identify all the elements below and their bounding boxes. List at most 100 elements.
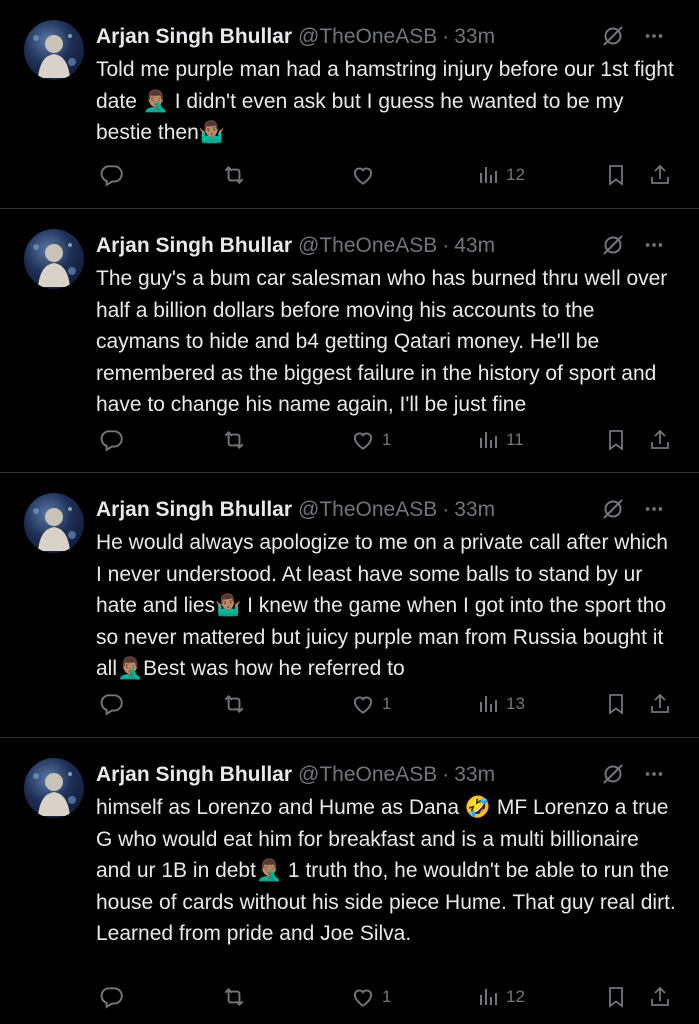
retweet-icon (220, 162, 248, 188)
tweet[interactable]: Arjan Singh Bhullar @TheOneASB · 33m him… (0, 738, 699, 1024)
views-count: 13 (506, 694, 525, 713)
tweet-header: Arjan Singh Bhullar @TheOneASB · 43m (96, 231, 679, 261)
reply-button[interactable] (98, 427, 130, 453)
more-icon[interactable] (643, 498, 665, 520)
tweet-header: Arjan Singh Bhullar @TheOneASB · 33m (96, 22, 679, 52)
views-button[interactable]: 13 (476, 691, 525, 717)
retweet-icon (220, 984, 248, 1010)
reply-button[interactable] (98, 984, 130, 1010)
author-handle[interactable]: @TheOneASB (298, 763, 437, 787)
reply-icon (98, 427, 124, 453)
retweet-icon (220, 427, 248, 453)
author-handle[interactable]: @TheOneASB (298, 234, 437, 258)
grok-icon[interactable] (601, 762, 625, 786)
more-icon[interactable] (643, 234, 665, 256)
grok-icon[interactable] (601, 497, 625, 521)
separator-dot: · (442, 763, 450, 786)
timeline-feed: Arjan Singh Bhullar @TheOneASB · 33m Tol… (0, 0, 699, 1024)
retweet-button[interactable] (220, 427, 254, 453)
timestamp[interactable]: 43m (454, 234, 495, 258)
bookmark-icon (604, 427, 628, 453)
bookmark-icon (604, 162, 628, 188)
views-count: 12 (506, 165, 525, 184)
heart-icon (350, 691, 376, 717)
reply-icon (98, 984, 124, 1010)
reply-icon (98, 162, 124, 188)
views-icon (476, 691, 500, 717)
more-icon[interactable] (643, 763, 665, 785)
views-icon (476, 984, 500, 1010)
views-button[interactable]: 12 (476, 984, 525, 1010)
author-name[interactable]: Arjan Singh Bhullar (96, 234, 292, 258)
tweet-header: Arjan Singh Bhullar @TheOneASB · 33m (96, 495, 679, 525)
tweet-text: He would always apologize to me on a pri… (96, 531, 668, 680)
bookmark-button[interactable] (604, 691, 628, 717)
share-button[interactable] (648, 691, 672, 717)
share-button[interactable] (648, 162, 672, 188)
tweet-text: himself as Lorenzo and Hume as Dana 🤣 MF… (96, 796, 676, 945)
author-name[interactable]: Arjan Singh Bhullar (96, 763, 292, 787)
separator-dot: · (442, 234, 450, 257)
share-button[interactable] (648, 984, 672, 1010)
avatar[interactable] (24, 493, 84, 553)
separator-dot: · (442, 498, 450, 521)
avatar[interactable] (24, 758, 84, 818)
avatar[interactable] (24, 229, 84, 289)
reply-icon (98, 691, 124, 717)
like-count: 1 (382, 987, 392, 1006)
tweet[interactable]: Arjan Singh Bhullar @TheOneASB · 33m He … (0, 473, 699, 738)
retweet-icon (220, 691, 248, 717)
separator-dot: · (442, 25, 450, 48)
bookmark-button[interactable] (604, 427, 628, 453)
like-button[interactable]: 1 (350, 427, 391, 453)
reply-button[interactable] (98, 691, 130, 717)
author-handle[interactable]: @TheOneASB (298, 25, 437, 49)
share-icon (648, 691, 672, 717)
heart-icon (350, 162, 376, 188)
like-button[interactable]: 1 (350, 984, 391, 1010)
tweet-actions: 1 12 (96, 984, 675, 1012)
tweet-actions: 1 11 (96, 427, 675, 455)
retweet-button[interactable] (220, 984, 254, 1010)
timestamp[interactable]: 33m (454, 763, 495, 787)
timestamp[interactable]: 33m (454, 498, 495, 522)
tweet-actions: 1 13 (96, 691, 675, 719)
tweet[interactable]: Arjan Singh Bhullar @TheOneASB · 43m The… (0, 209, 699, 473)
views-count: 11 (506, 430, 524, 449)
like-count: 1 (382, 694, 392, 713)
bookmark-icon (604, 984, 628, 1010)
like-count: 1 (382, 430, 392, 449)
timestamp[interactable]: 33m (454, 25, 495, 49)
share-button[interactable] (648, 427, 672, 453)
views-count: 12 (506, 987, 525, 1006)
heart-icon (350, 984, 376, 1010)
retweet-button[interactable] (220, 162, 254, 188)
like-button[interactable]: 1 (350, 691, 391, 717)
author-handle[interactable]: @TheOneASB (298, 498, 437, 522)
views-icon (476, 427, 500, 453)
bookmark-button[interactable] (604, 984, 628, 1010)
avatar[interactable] (24, 20, 84, 80)
grok-icon[interactable] (601, 24, 625, 48)
bookmark-button[interactable] (604, 162, 628, 188)
tweet-header: Arjan Singh Bhullar @TheOneASB · 33m (96, 760, 679, 790)
author-name[interactable]: Arjan Singh Bhullar (96, 498, 292, 522)
views-button[interactable]: 11 (476, 427, 524, 453)
views-icon (476, 162, 500, 188)
more-icon[interactable] (643, 25, 665, 47)
like-button[interactable] (350, 162, 382, 188)
bookmark-icon (604, 691, 628, 717)
author-name[interactable]: Arjan Singh Bhullar (96, 25, 292, 49)
tweet-actions: 12 (96, 162, 675, 190)
grok-icon[interactable] (601, 233, 625, 257)
share-icon (648, 162, 672, 188)
tweet[interactable]: Arjan Singh Bhullar @TheOneASB · 33m Tol… (0, 0, 699, 209)
share-icon (648, 984, 672, 1010)
tweet-text: The guy's a bum car salesman who has bur… (96, 267, 668, 416)
share-icon (648, 427, 672, 453)
tweet-text: Told me purple man had a hamstring injur… (96, 58, 674, 144)
retweet-button[interactable] (220, 691, 254, 717)
heart-icon (350, 427, 376, 453)
views-button[interactable]: 12 (476, 162, 525, 188)
reply-button[interactable] (98, 162, 130, 188)
